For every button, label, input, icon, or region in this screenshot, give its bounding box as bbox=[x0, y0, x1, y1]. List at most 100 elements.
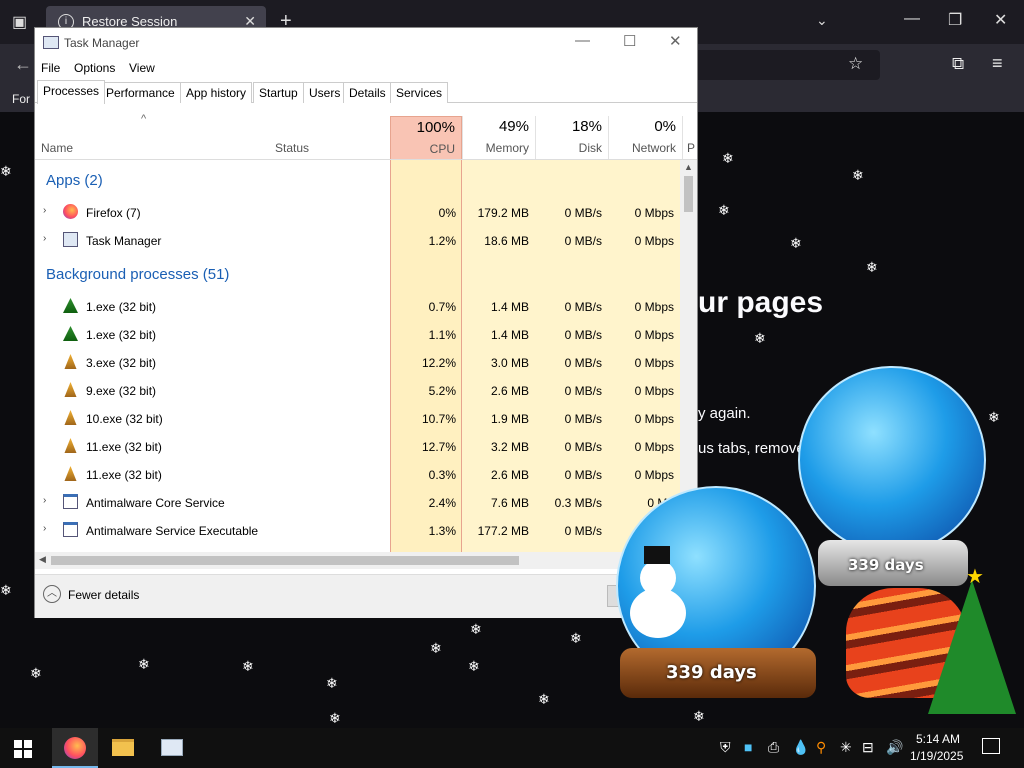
process-row[interactable]: 1.exe (32 bit) 1.1% 1.4 MB 0 MB/s 0 Mbps bbox=[35, 320, 680, 348]
taskbar-firefox[interactable] bbox=[52, 728, 98, 768]
process-row[interactable]: 9.exe (32 bit) 5.2% 2.6 MB 0 MB/s 0 Mbps bbox=[35, 376, 680, 404]
cpu-total: 100% bbox=[416, 119, 455, 136]
tree-icon bbox=[63, 326, 78, 341]
process-row[interactable]: 11.exe (32 bit) 12.7% 3.2 MB 0 MB/s 0 Mbps bbox=[35, 432, 680, 460]
column-header-network[interactable]: 0% Network bbox=[608, 116, 682, 160]
column-header-cpu[interactable]: 100% CPU bbox=[390, 116, 462, 160]
taskbar: ⛨ ■ ⎙ 💧 ⚲ ✳ ⊟ 🔊 5:14 AM 1/19/2025 bbox=[0, 728, 1024, 768]
column-header-power[interactable]: P bbox=[682, 116, 697, 160]
process-disk: 0 MB/s bbox=[564, 524, 602, 538]
restore-icon[interactable]: ❐ bbox=[948, 10, 962, 30]
maximize-icon[interactable]: ☐ bbox=[623, 32, 636, 50]
tab-details[interactable]: Details bbox=[343, 82, 392, 103]
expand-chevron-icon[interactable]: › bbox=[43, 495, 46, 506]
process-row[interactable]: 10.exe (32 bit) 10.7% 1.9 MB 0 MB/s 0 Mbps bbox=[35, 404, 680, 432]
expand-chevron-icon[interactable]: › bbox=[43, 205, 46, 216]
title-bar[interactable]: Task Manager — ☐ ✕ bbox=[35, 28, 697, 58]
scroll-thumb[interactable] bbox=[51, 556, 519, 565]
process-network: 0 Mbps bbox=[634, 356, 674, 370]
search-tray-icon[interactable]: ⚲ bbox=[816, 739, 826, 756]
clock-date[interactable]: 1/19/2025 bbox=[910, 749, 963, 763]
list-all-tabs-icon[interactable]: ▣ bbox=[12, 12, 27, 32]
scroll-left-arrow-icon[interactable]: ◀ bbox=[39, 554, 46, 565]
bell-icon bbox=[64, 354, 77, 369]
scroll-thumb[interactable] bbox=[684, 176, 693, 212]
fewer-details-link[interactable]: Fewer details bbox=[68, 588, 139, 602]
tree-icon bbox=[63, 298, 78, 313]
task-manager-icon bbox=[43, 36, 59, 49]
group-header: Background processes (51) bbox=[46, 266, 230, 283]
bookmark-item[interactable]: For bbox=[12, 92, 30, 106]
process-row[interactable]: 11.exe (32 bit) 0.3% 2.6 MB 0 MB/s 0 Mbps bbox=[35, 460, 680, 488]
extensions-icon[interactable]: ⧉ bbox=[952, 54, 964, 74]
tab-services[interactable]: Services bbox=[390, 82, 449, 103]
process-network: 0 Mbps bbox=[634, 440, 674, 454]
process-cpu: 2.4% bbox=[428, 496, 456, 510]
process-network: 0 Mbps bbox=[634, 468, 674, 482]
drop-tray-icon[interactable]: 💧 bbox=[792, 739, 809, 756]
volume-tray-icon[interactable]: 🔊 bbox=[886, 739, 903, 756]
process-memory: 3.0 MB bbox=[490, 356, 529, 370]
process-row[interactable]: › Antimalware Core Service 2.4% 7.6 MB 0.3 M… bbox=[35, 488, 680, 516]
taskbar-file-explorer[interactable] bbox=[100, 728, 146, 768]
horizontal-scrollbar[interactable]: ◀ bbox=[35, 552, 680, 569]
menu-options[interactable]: Options bbox=[74, 61, 115, 75]
back-arrow-icon[interactable]: ← bbox=[14, 54, 32, 75]
disk-total: 18% bbox=[571, 118, 602, 135]
menu-view[interactable]: View bbox=[129, 61, 155, 75]
column-header-name[interactable]: Name bbox=[41, 141, 73, 155]
tab-app-history[interactable]: App history bbox=[180, 82, 253, 103]
tab-performance[interactable]: Performance bbox=[100, 82, 181, 103]
firefox-icon bbox=[64, 737, 86, 759]
expand-chevron-icon[interactable]: › bbox=[43, 523, 46, 534]
process-row[interactable]: › Antimalware Service Executable 1.3% 177.2… bbox=[35, 516, 680, 544]
chevron-down-icon[interactable]: ⌄ bbox=[816, 12, 828, 29]
column-header-memory[interactable]: 49% Memory bbox=[462, 116, 535, 160]
hamburger-menu-icon[interactable]: ≡ bbox=[992, 53, 1003, 74]
security-tray-icon[interactable]: ⛨ bbox=[720, 739, 731, 756]
process-row[interactable]: › Task Manager 1.2% 18.6 MB 0 MB/s 0 Mbps bbox=[35, 226, 680, 254]
minimize-icon[interactable]: — bbox=[904, 10, 920, 28]
process-row[interactable]: › Firefox (7) 0% 179.2 MB 0 MB/s 0 Mbps bbox=[35, 198, 680, 226]
column-header-disk[interactable]: 18% Disk bbox=[535, 116, 608, 160]
snow-globe-right bbox=[798, 366, 986, 554]
network-tray-icon[interactable]: ⊟ bbox=[862, 739, 874, 756]
close-icon[interactable]: ✕ bbox=[669, 32, 682, 50]
chevron-up-icon[interactable]: ︿ bbox=[43, 585, 61, 603]
printer-tray-icon[interactable]: ⎙ bbox=[768, 739, 779, 756]
snowflake-icon: ❄ bbox=[693, 709, 705, 725]
tab-users[interactable]: Users bbox=[303, 82, 347, 103]
scroll-up-arrow-icon[interactable]: ▲ bbox=[684, 162, 693, 172]
snow-globe-right-days: 339 days bbox=[848, 556, 924, 574]
app-tray-icon[interactable]: ■ bbox=[744, 739, 752, 755]
process-row[interactable]: 3.exe (32 bit) 12.2% 3.0 MB 0 MB/s 0 Mbps bbox=[35, 348, 680, 376]
tab-processes[interactable]: Processes bbox=[37, 80, 106, 104]
process-memory: 3.2 MB bbox=[490, 440, 529, 454]
process-cpu: 0.3% bbox=[428, 468, 456, 482]
process-cpu: 1.1% bbox=[428, 328, 456, 342]
process-row[interactable]: 1.exe (32 bit) 0.7% 1.4 MB 0 MB/s 0 Mbps bbox=[35, 292, 680, 320]
notification-icon[interactable] bbox=[982, 738, 1000, 754]
firefox-icon bbox=[63, 204, 78, 219]
task-manager-icon bbox=[161, 739, 183, 756]
clock-time[interactable]: 5:14 AM bbox=[916, 732, 960, 746]
bookmark-star-icon[interactable]: ☆ bbox=[848, 54, 863, 74]
snowflake-icon: ❄ bbox=[430, 641, 442, 657]
process-list: Apps (2) › Firefox (7) 0% 179.2 MB 0 MB/s 0 Mb… bbox=[35, 160, 680, 552]
window-title: Task Manager bbox=[64, 36, 140, 50]
windows-start-icon[interactable] bbox=[14, 740, 32, 758]
snowflake-icon: ❄ bbox=[30, 666, 42, 682]
process-cpu: 12.2% bbox=[421, 356, 456, 370]
process-network: 0 Mbps bbox=[634, 412, 674, 426]
minimize-icon[interactable]: — bbox=[575, 32, 590, 49]
expand-chevron-icon[interactable]: › bbox=[43, 233, 46, 244]
column-header-status[interactable]: Status bbox=[275, 141, 309, 155]
taskbar-task-manager[interactable] bbox=[148, 728, 194, 768]
close-icon[interactable]: ✕ bbox=[994, 10, 1007, 30]
snowflake-icon: ❄ bbox=[718, 203, 730, 219]
sort-arrow-icon: ^ bbox=[141, 113, 147, 125]
snowflake-tray-icon[interactable]: ✳ bbox=[840, 739, 852, 756]
tab-startup[interactable]: Startup bbox=[253, 82, 304, 103]
menu-file[interactable]: File bbox=[41, 61, 60, 75]
folder-icon bbox=[112, 739, 134, 756]
